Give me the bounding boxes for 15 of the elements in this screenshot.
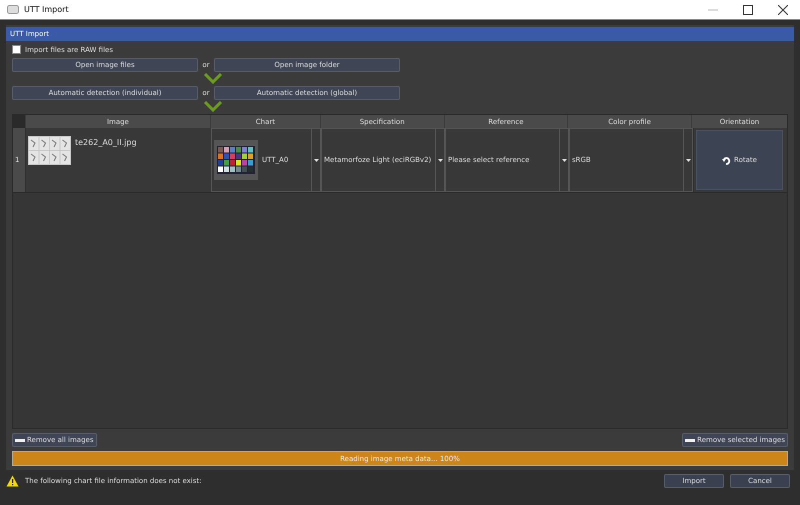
file-name: te262_A0_II.jpg: [75, 138, 137, 147]
rotate-icon: [722, 156, 732, 164]
chevron-down-icon: [204, 72, 222, 84]
maximize-icon[interactable]: [743, 4, 753, 14]
warning-icon: [6, 475, 19, 487]
dropdown-arrow-icon: [314, 158, 318, 162]
dropdown-arrow-icon: [562, 158, 566, 162]
app-icon: [7, 5, 19, 14]
dropdown-arrow-icon: [438, 158, 442, 162]
close-icon[interactable]: [778, 4, 788, 14]
checkbox[interactable]: [12, 45, 21, 54]
color-chart-drawing: [214, 140, 258, 180]
chevron-down-icon: [204, 100, 222, 112]
window-title: UTT Import: [24, 5, 69, 14]
dropdown-arrow-icon: [686, 158, 690, 162]
